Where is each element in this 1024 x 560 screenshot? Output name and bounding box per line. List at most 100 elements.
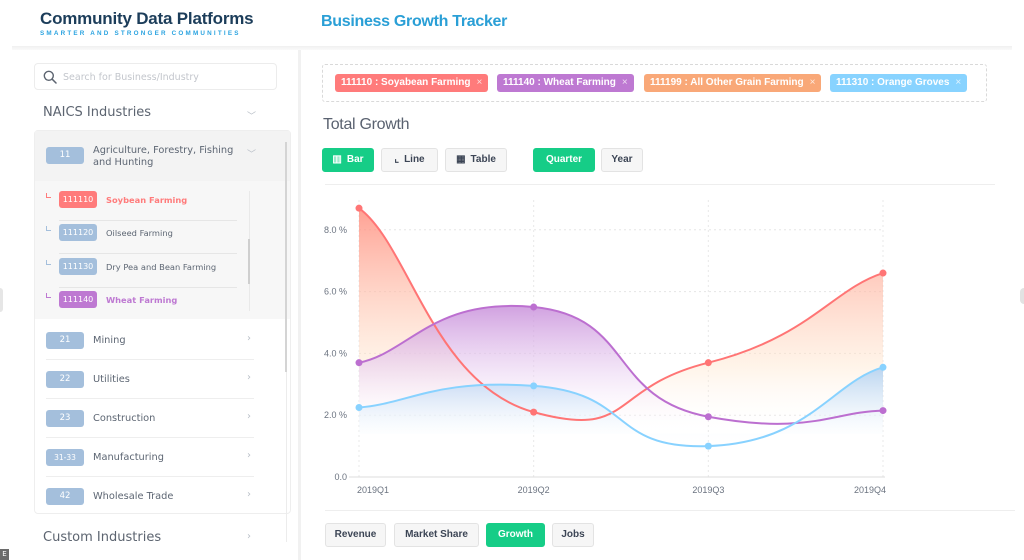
inner-scrollbar-thumb[interactable] (248, 239, 250, 284)
industry-label: Agriculture, Forestry, Fishing and Hunti… (93, 145, 234, 168)
data-point[interactable] (530, 382, 538, 390)
industry-group-open: 11 Agriculture, Forestry, Fishing and Hu… (35, 131, 290, 319)
sub-industry-111140[interactable]: 111140 Wheat Farming (35, 288, 290, 321)
sub-industry-111120[interactable]: 111120 Oilseed Farming (35, 221, 290, 254)
industry-group-31-33[interactable]: 31-33 Manufacturing › (35, 438, 290, 477)
sub-industry-label: Oilseed Farming (106, 228, 173, 238)
chart-title: Total Growth (323, 116, 410, 133)
sub-industry-111130[interactable]: 111130 Dry Pea and Bean Farming (35, 255, 290, 288)
code-badge: 42 (46, 488, 84, 505)
data-point[interactable] (355, 403, 363, 411)
y-tick-label: 6.0 % (324, 287, 347, 297)
year-button[interactable]: Year (601, 148, 643, 172)
divider (325, 184, 995, 185)
chip-wheat-farming: 111140 : Wheat Farming × (497, 74, 634, 92)
close-icon[interactable]: × (622, 77, 628, 88)
sub-industry-111110[interactable]: 111110 Soybean Farming (35, 188, 290, 221)
chevron-right-icon[interactable]: › (247, 489, 251, 500)
divider (325, 510, 1015, 511)
chevron-right-icon[interactable]: › (247, 531, 251, 542)
tree-elbow-icon (46, 260, 51, 265)
chevron-right-icon[interactable]: › (247, 333, 251, 344)
chip-orange-groves: 111310 : Orange Groves × (830, 74, 968, 92)
brand-logo[interactable]: Community Data Platforms SMARTER AND STR… (40, 9, 254, 37)
y-tick-label: 8.0 % (324, 225, 347, 235)
chip-soyabean-farming: 111110 : Soyabean Farming × (335, 74, 489, 92)
sub-industry-label: Wheat Farming (106, 295, 178, 305)
market-share-tab[interactable]: Market Share (394, 523, 479, 547)
button-label: Table (470, 154, 496, 165)
industry-group-22[interactable]: 22 Utilities › (35, 360, 290, 399)
y-tick-label: 0.0 (334, 472, 347, 482)
data-point[interactable] (530, 303, 538, 311)
naics-industries-header[interactable]: NAICS Industries (43, 105, 151, 120)
industry-group-23[interactable]: 23 Construction › (35, 399, 290, 438)
corner-badge: E (0, 549, 9, 560)
industry-label: Utilities (93, 374, 130, 385)
series-areas (359, 208, 883, 447)
industry-label: Manufacturing (93, 452, 164, 463)
chevron-down-icon[interactable]: ﹀ (247, 147, 256, 160)
data-point[interactable] (879, 363, 887, 371)
tree-elbow-icon (46, 193, 51, 198)
custom-industries-header[interactable]: Custom Industries (43, 530, 161, 545)
line-chart-icon: ⌞ (394, 154, 400, 165)
button-label: Line (404, 154, 425, 165)
data-point[interactable] (879, 269, 887, 277)
revenue-tab[interactable]: Revenue (325, 523, 386, 547)
data-point[interactable] (355, 359, 363, 367)
button-label: Bar (346, 154, 364, 165)
chevron-right-icon[interactable]: › (247, 450, 251, 461)
scroll-handle[interactable] (1020, 288, 1024, 304)
growth-tab[interactable]: Growth (486, 523, 545, 547)
scroll-handle[interactable] (0, 288, 3, 312)
industry-list: 11 Agriculture, Forestry, Fishing and Hu… (34, 130, 291, 514)
industry-label: Wholesale Trade (93, 491, 174, 502)
close-icon[interactable]: × (477, 77, 483, 88)
industry-label: Construction (93, 413, 156, 424)
data-point[interactable] (530, 408, 538, 416)
sub-industry-label: Soybean Farming (106, 195, 188, 205)
code-badge: 111120 (59, 224, 97, 241)
table-button[interactable]: ▦ Table (445, 148, 507, 172)
data-point[interactable] (704, 413, 712, 421)
close-icon[interactable]: × (955, 77, 961, 88)
search-input[interactable] (63, 68, 268, 86)
table-icon: ▦ (456, 154, 466, 165)
industry-group-42[interactable]: 42 Wholesale Trade › (35, 477, 290, 516)
sidebar: NAICS Industries ﹀ 11 Agriculture, Fores… (12, 50, 298, 560)
y-tick-label: 4.0 % (324, 348, 347, 358)
code-badge: 31-33 (46, 449, 84, 466)
chip-label: 111199 : All Other Grain Farming (650, 77, 804, 88)
code-badge: 22 (46, 371, 84, 388)
x-tick-label: 2019Q3 (692, 485, 724, 495)
industry-group-21[interactable]: 21 Mining › (35, 321, 290, 360)
selected-industries: 111110 : Soyabean Farming × 111140 : Whea… (322, 64, 987, 102)
close-icon[interactable]: × (810, 77, 816, 88)
code-badge: 111130 (59, 258, 97, 275)
chevron-down-icon[interactable]: ﹀ (247, 109, 256, 122)
sidebar-scrollbar-thumb[interactable] (285, 142, 287, 372)
industry-group-11[interactable]: 11 Agriculture, Forestry, Fishing and Hu… (35, 131, 290, 181)
data-point[interactable] (704, 442, 712, 450)
data-point[interactable] (704, 359, 712, 367)
brand-title: Community Data Platforms (40, 9, 254, 28)
chip-label: 111140 : Wheat Farming (503, 77, 616, 88)
chevron-right-icon[interactable]: › (247, 372, 251, 383)
chevron-right-icon[interactable]: › (247, 411, 251, 422)
chip-label: 111310 : Orange Groves (836, 77, 950, 88)
quarter-button[interactable]: Quarter (533, 148, 595, 172)
data-point[interactable] (355, 204, 363, 212)
line-chart-button[interactable]: ⌞ Line (381, 148, 438, 172)
x-tick-label: 2019Q1 (357, 485, 389, 495)
data-point[interactable] (879, 407, 887, 415)
bar-chart-icon: ▥ (332, 154, 342, 165)
jobs-tab[interactable]: Jobs (552, 523, 594, 547)
code-badge: 111110 (59, 191, 97, 208)
industry-label: Mining (93, 335, 126, 346)
tree-elbow-icon (46, 293, 51, 298)
bar-chart-button[interactable]: ▥ Bar (322, 148, 374, 172)
code-badge: 21 (46, 332, 84, 349)
search-box[interactable] (34, 63, 277, 90)
divider (59, 253, 237, 254)
